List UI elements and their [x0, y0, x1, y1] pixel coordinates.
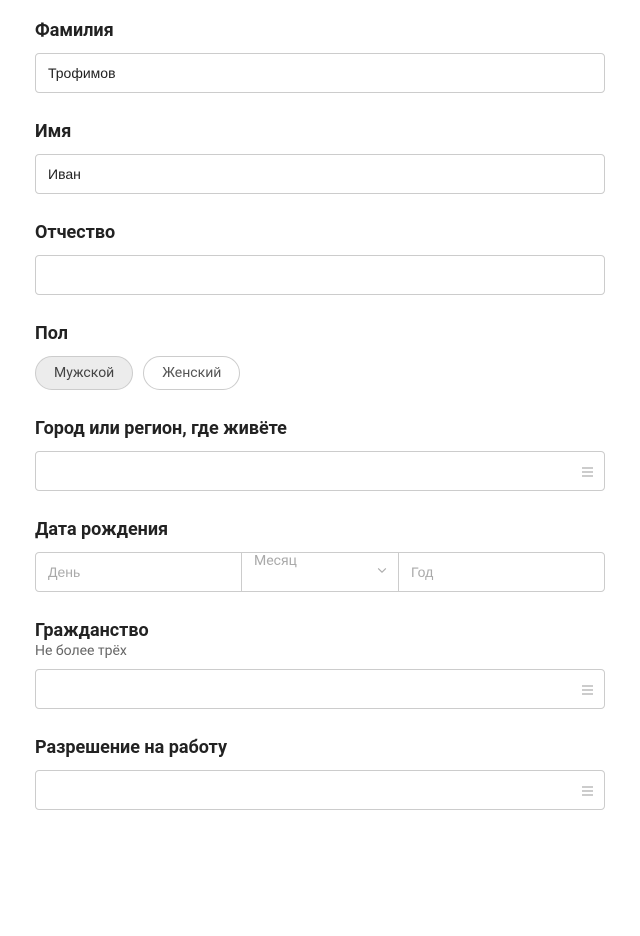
- firstname-field: Имя: [35, 121, 605, 194]
- patronymic-label: Отчество: [35, 222, 605, 243]
- city-select[interactable]: [35, 451, 605, 491]
- birthdate-month-select[interactable]: Месяц: [241, 552, 399, 592]
- city-field: Город или регион, где живёте: [35, 418, 605, 491]
- citizenship-label: Гражданство: [35, 620, 605, 641]
- birthdate-group: Месяц: [35, 552, 605, 592]
- gender-radio-group: Мужской Женский: [35, 356, 605, 390]
- birthdate-day-input[interactable]: [35, 552, 242, 592]
- work-permit-label: Разрешение на работу: [35, 737, 605, 758]
- gender-male-option[interactable]: Мужской: [35, 356, 133, 390]
- city-label: Город или регион, где живёте: [35, 418, 605, 439]
- birthdate-year-input[interactable]: [398, 552, 605, 592]
- lastname-label: Фамилия: [35, 20, 605, 41]
- lastname-input[interactable]: [35, 53, 605, 93]
- firstname-label: Имя: [35, 121, 605, 142]
- patronymic-field: Отчество: [35, 222, 605, 295]
- gender-field: Пол Мужской Женский: [35, 323, 605, 390]
- citizenship-select-wrapper: [35, 669, 605, 709]
- birthdate-label: Дата рождения: [35, 519, 605, 540]
- work-permit-field: Разрешение на работу: [35, 737, 605, 810]
- lastname-field: Фамилия: [35, 20, 605, 93]
- city-select-wrapper: [35, 451, 605, 491]
- patronymic-input[interactable]: [35, 255, 605, 295]
- work-permit-select-wrapper: [35, 770, 605, 810]
- firstname-input[interactable]: [35, 154, 605, 194]
- citizenship-sublabel: Не более трёх: [35, 643, 605, 659]
- work-permit-select[interactable]: [35, 770, 605, 810]
- citizenship-select[interactable]: [35, 669, 605, 709]
- birthdate-field: Дата рождения Месяц: [35, 519, 605, 592]
- citizenship-field: Гражданство Не более трёх: [35, 620, 605, 709]
- gender-female-option[interactable]: Женский: [143, 356, 240, 390]
- birthdate-month-wrapper: Месяц: [241, 552, 399, 592]
- gender-label: Пол: [35, 323, 605, 344]
